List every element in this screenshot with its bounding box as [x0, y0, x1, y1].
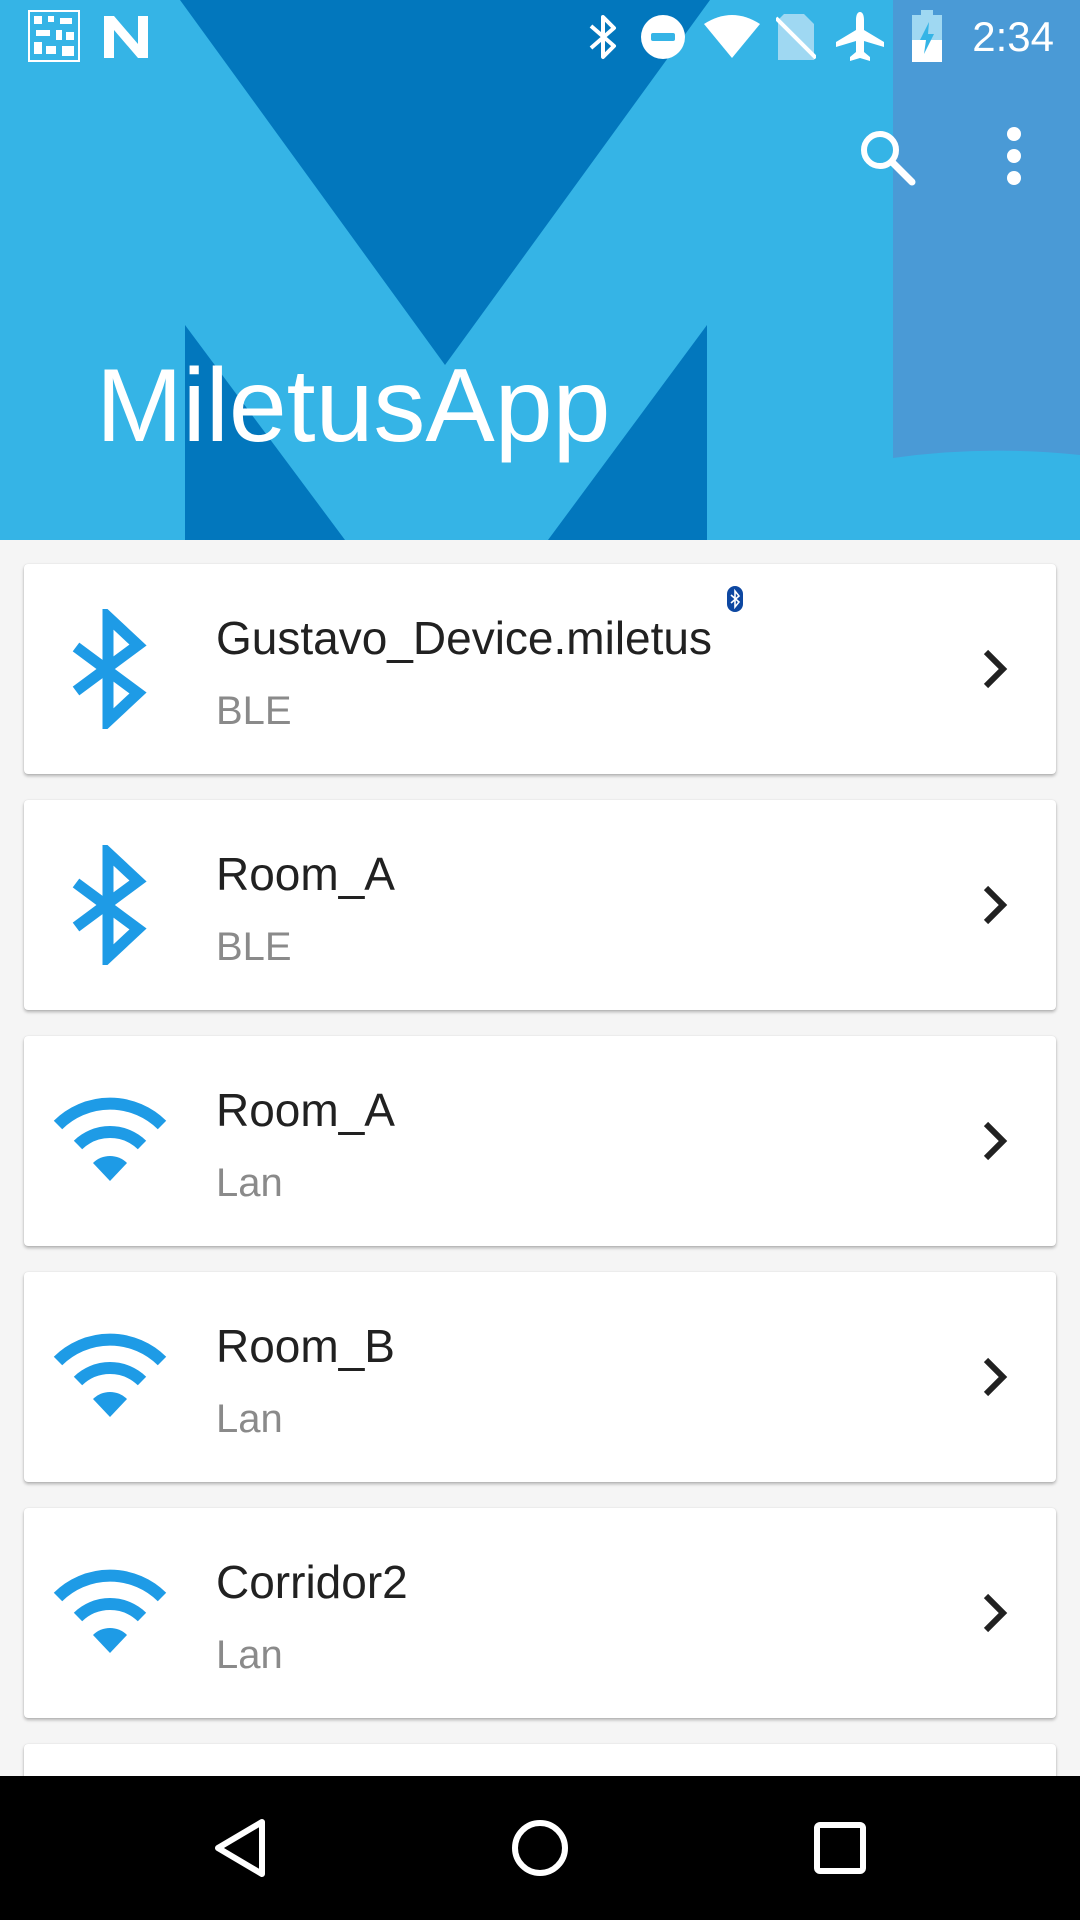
wifi-icon	[53, 1569, 167, 1653]
device-list: Gustavo_Device.miletus BLE Room_A BLE Ro…	[24, 564, 1056, 1804]
device-name: Room_A	[216, 1084, 395, 1136]
search-icon[interactable]	[850, 120, 922, 192]
device-card[interactable]: Corridor2 Lan	[24, 1508, 1056, 1718]
device-name: Corridor2	[216, 1556, 408, 1608]
app-header: 2:34 MiletusApp	[0, 0, 1080, 540]
device-name: Room_A	[216, 848, 395, 900]
battery-charging-icon	[912, 10, 942, 62]
wifi-icon	[53, 1333, 167, 1417]
app-title: MiletusApp	[96, 348, 611, 464]
device-name: Gustavo_Device.miletus	[216, 612, 712, 664]
do-not-disturb-icon	[641, 15, 685, 59]
chevron-right-icon	[983, 1593, 1008, 1633]
home-icon[interactable]	[490, 1798, 590, 1898]
navigation-bar	[0, 1776, 1080, 1920]
status-bar: 2:34	[0, 0, 1080, 74]
device-name: Room_B	[216, 1320, 395, 1372]
device-type: BLE	[216, 689, 292, 733]
device-type: Lan	[216, 1161, 283, 1205]
small-bluetooth-badge-icon	[727, 586, 743, 612]
bluetooth-icon	[589, 15, 616, 59]
chevron-right-icon	[983, 1357, 1008, 1397]
chevron-right-icon	[983, 885, 1008, 925]
bluetooth-icon	[72, 609, 147, 729]
bluetooth-icon	[72, 845, 147, 965]
device-card[interactable]: Room_A Lan	[24, 1036, 1056, 1246]
airplane-mode-icon	[836, 12, 884, 61]
device-type: Lan	[216, 1633, 283, 1677]
wifi-icon	[53, 1097, 167, 1181]
wifi-icon	[704, 15, 760, 58]
device-card[interactable]: Room_A BLE	[24, 800, 1056, 1010]
more-vert-icon[interactable]	[978, 120, 1050, 192]
no-sim-icon	[776, 14, 816, 60]
chevron-right-icon	[983, 1121, 1008, 1161]
device-type: BLE	[216, 925, 292, 969]
device-card[interactable]: Room_B Lan	[24, 1272, 1056, 1482]
device-card[interactable]: Gustavo_Device.miletus BLE	[24, 564, 1056, 774]
recents-icon[interactable]	[790, 1798, 890, 1898]
status-time: 2:34	[972, 13, 1054, 60]
back-icon[interactable]	[192, 1798, 292, 1898]
device-type: Lan	[216, 1397, 283, 1441]
n-logo-icon	[104, 16, 148, 58]
chevron-right-icon	[983, 649, 1008, 689]
qr-code-icon	[28, 10, 80, 62]
